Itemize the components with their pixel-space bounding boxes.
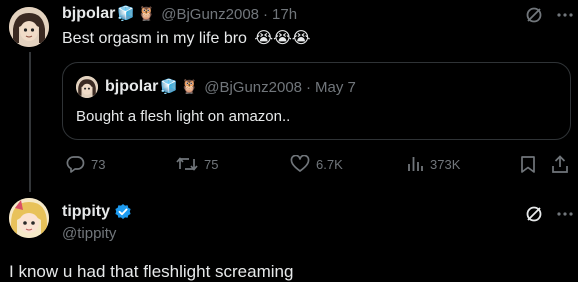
ice-badge-emoji: 🧊: [117, 6, 135, 22]
bookmark-icon: [521, 156, 535, 173]
heart-icon: [290, 155, 310, 173]
repost-button[interactable]: 75: [176, 155, 218, 173]
post-text: Best orgasm in my life bro: [62, 30, 247, 47]
views-count: 373K: [430, 156, 461, 172]
quote-separator: ·: [306, 78, 312, 96]
reply-count: 73: [91, 156, 106, 172]
quoted-post[interactable]: bjpolar 🧊 🦉 @BjGunz2008 · May 7 Bought a…: [62, 62, 571, 140]
post-header: bjpolar 🧊 🦉 @BjGunz2008 · 17h: [62, 4, 297, 24]
quote-avatar-image: [76, 76, 98, 98]
avatar[interactable]: [9, 7, 49, 47]
like-count: 6.7K: [316, 156, 343, 172]
quote-avatar: [76, 76, 98, 98]
separator: ·: [263, 5, 269, 23]
reply-button[interactable]: 73: [66, 155, 105, 173]
like-button[interactable]: 6.7K: [290, 155, 343, 173]
quote-owl-badge-emoji: 🦉: [180, 79, 199, 95]
bookmark-button[interactable]: [520, 155, 536, 174]
reply-avatar-image: [9, 198, 49, 238]
timestamp[interactable]: 17h: [272, 6, 297, 23]
quote-text: Bought a flesh light on amazon..: [76, 108, 291, 125]
crying-emoji: 😭😭😭: [254, 28, 311, 47]
bar-chart-icon: [406, 155, 424, 173]
quote-date: May 7: [315, 78, 356, 96]
share-icon: [552, 155, 568, 173]
display-name[interactable]: bjpolar: [62, 5, 115, 23]
repost-icon: [176, 155, 198, 173]
avatar-image: [9, 7, 49, 47]
quote-handle: @BjGunz2008: [204, 78, 303, 96]
share-button[interactable]: [551, 155, 569, 174]
quote-header: bjpolar 🧊 🦉 @BjGunz2008 · May 7: [105, 78, 356, 96]
owl-badge-emoji: 🦉: [137, 6, 156, 22]
reply-text: I know u had that fleshlight screaming: [9, 262, 294, 281]
reply-more-icon[interactable]: [556, 205, 574, 223]
post-text-line: Best orgasm in my life bro 😭😭😭: [62, 28, 311, 48]
more-icon[interactable]: [556, 6, 574, 24]
reply-display-name[interactable]: tippity: [62, 203, 110, 221]
repost-count: 75: [204, 156, 219, 172]
grok-icon[interactable]: [525, 6, 543, 24]
reply-avatar[interactable]: [9, 198, 49, 238]
handle[interactable]: @BjGunz2008: [161, 6, 259, 23]
reply-handle[interactable]: @tippity: [62, 225, 116, 242]
quote-display-name: bjpolar: [105, 78, 159, 95]
views-button[interactable]: 373K: [406, 155, 460, 173]
reply-header: tippity: [62, 203, 132, 221]
thread-line: [29, 52, 31, 192]
reply-icon: [66, 155, 85, 173]
verified-badge-icon: [114, 203, 132, 221]
quote-ice-badge-emoji: 🧊: [160, 79, 178, 95]
reply-grok-icon[interactable]: [525, 205, 543, 223]
